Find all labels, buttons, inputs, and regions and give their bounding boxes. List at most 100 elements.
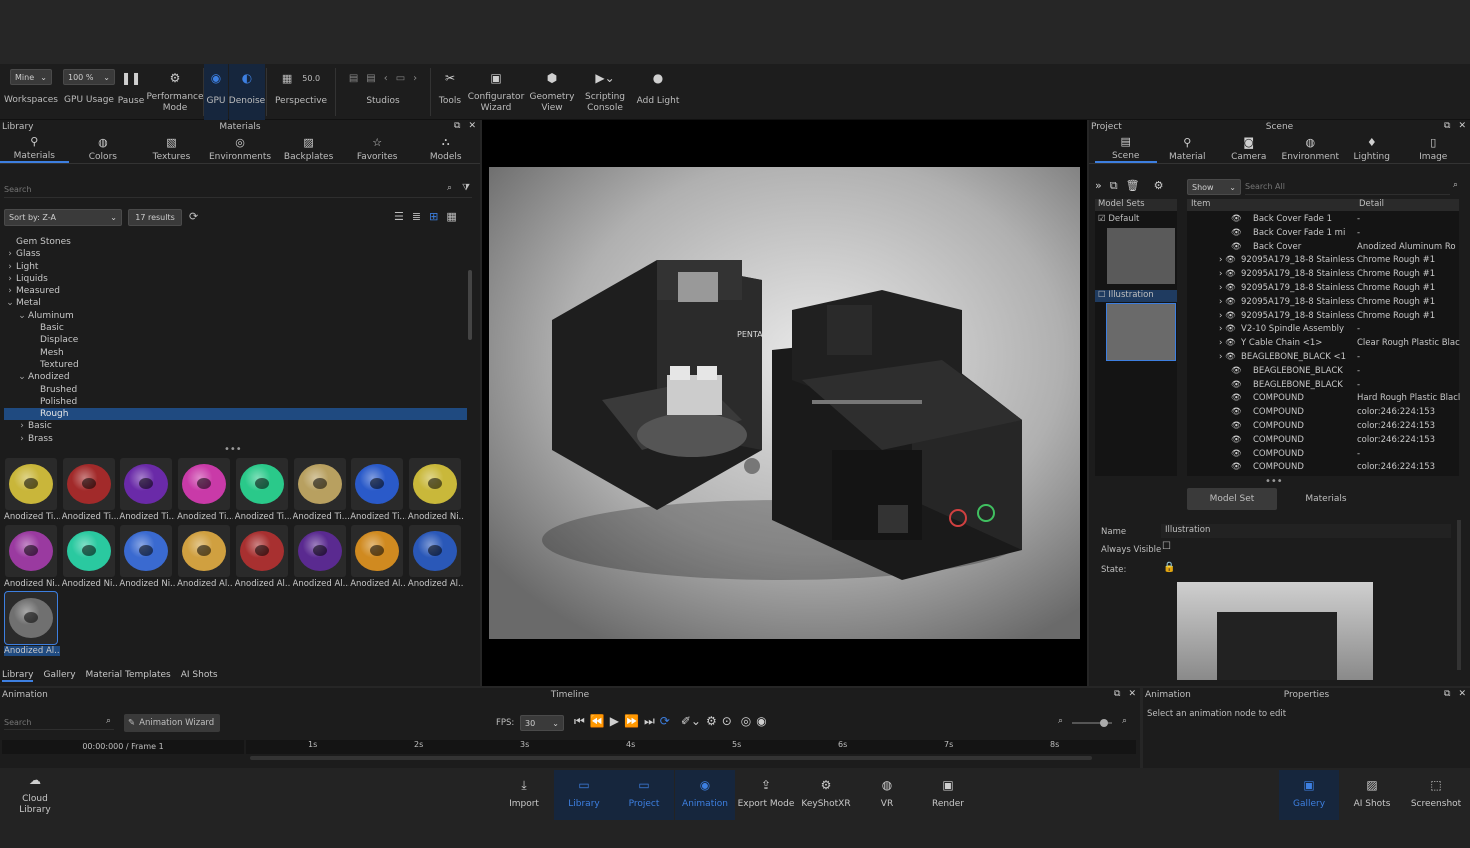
scripting-console-button[interactable]: ▶⌄ Scripting Console (582, 64, 628, 120)
library-tab-favorites[interactable]: ☆ Favorites (343, 134, 412, 163)
tree-item[interactable]: Rough (4, 408, 467, 421)
library-tab-materials[interactable]: ⚲ Materials (0, 134, 69, 163)
pause-button[interactable]: ❚❚ Pause (116, 64, 146, 120)
loop-icon[interactable]: ⟳ (660, 714, 670, 729)
eye-icon[interactable]: 👁 (1231, 242, 1242, 252)
library-bottom-tab[interactable]: AI Shots (181, 670, 218, 682)
cloud-library-button[interactable]: ☁ Cloud Library (4, 770, 66, 820)
tree-item[interactable]: ⌄ Anodized (4, 371, 467, 383)
dock-export-mode-button[interactable]: ⇪ Export Mode (736, 770, 796, 820)
name-field[interactable]: Illustration (1161, 524, 1451, 538)
dock-library-button[interactable]: ▭ Library (554, 770, 614, 820)
eye-icon[interactable]: 👁 (1231, 366, 1242, 376)
scene-tree-row[interactable]: › 👁 92095A179_18-8 Stainless Chrome Rough … (1187, 269, 1457, 283)
materials-button[interactable]: Materials (1281, 488, 1371, 510)
tree-item[interactable]: › Measured (4, 285, 467, 297)
always-visible-checkbox[interactable]: ☐ (1162, 541, 1171, 552)
material-swatch[interactable] (178, 525, 231, 577)
material-swatch[interactable] (178, 458, 231, 510)
list-view-icon[interactable]: ☰ (394, 210, 404, 223)
tree-item[interactable]: ⌄ Metal (4, 297, 467, 309)
scene-tree-row[interactable]: 👁 COMPOUND color:246:224:153 (1187, 407, 1457, 421)
expand-arrow-icon[interactable]: ⌄ (16, 371, 28, 383)
detail-view-icon[interactable]: ≣ (412, 210, 421, 223)
float-icon[interactable]: ⧉ (1444, 121, 1450, 131)
dock-vr-button[interactable]: ◍ VR (857, 770, 917, 820)
trash-icon[interactable]: 🗑 (1126, 179, 1140, 193)
material-swatch[interactable] (120, 525, 173, 577)
tree-item[interactable]: › Light (4, 261, 467, 273)
eye-icon[interactable]: › 👁 (1219, 297, 1236, 307)
project-tab-camera[interactable]: ◙ Camera (1218, 134, 1280, 163)
skip-end-icon[interactable]: ⏭ (644, 714, 655, 729)
target-icon[interactable]: ⊙ (722, 714, 732, 729)
scene-tree-row[interactable]: 👁 COMPOUND Hard Rough Plastic Blacl (1187, 393, 1460, 407)
scene-tree-row[interactable]: 👁 COMPOUND color:246:224:153 (1187, 435, 1457, 449)
keyframe-icon[interactable]: ✐⌄ (681, 714, 701, 729)
timeline-ruler[interactable]: 1s 2s 3s 4s 5s 6s 7s 8s (246, 740, 1136, 754)
add-light-button[interactable]: ● Add Light (634, 64, 682, 120)
tree-scrollbar[interactable] (468, 270, 472, 340)
library-tab-colors[interactable]: ◍ Colors (69, 134, 138, 163)
dock-screenshot-button[interactable]: ⬚ Screenshot (1406, 770, 1466, 820)
expand-arrow-icon[interactable]: › (16, 433, 28, 445)
expand-arrow-icon[interactable]: › (4, 273, 16, 285)
search-icon[interactable]: ⌕ (106, 716, 111, 726)
refresh-icon[interactable]: ⟳ (189, 210, 198, 223)
eye-icon[interactable]: › 👁 (1219, 255, 1236, 265)
tree-item[interactable]: Basic (4, 322, 467, 334)
expand-arrow-icon[interactable]: › (4, 261, 16, 273)
float-icon[interactable]: ⧉ (454, 121, 460, 131)
tree-item[interactable]: Textured (4, 359, 467, 371)
zoom-slider[interactable] (1072, 719, 1112, 727)
scene-tree-row[interactable]: › 👁 BEAGLEBONE_BLACK <1- (1187, 352, 1457, 366)
scene-tree-row[interactable]: 👁 Back Cover Fade 1 - (1187, 214, 1457, 228)
library-tab-backplates[interactable]: ▨ Backplates (274, 134, 343, 163)
play-icon[interactable]: ▶ (610, 714, 619, 729)
scene-tree-row[interactable]: › 👁 Y Cable Chain <1> Clear Rough Plastic … (1187, 338, 1460, 352)
eye-icon[interactable]: › 👁 (1219, 311, 1236, 321)
splitter-handle[interactable]: ••• (1265, 476, 1283, 487)
eye-icon[interactable]: 👁 (1231, 407, 1242, 417)
eye-icon[interactable]: › 👁 (1219, 352, 1236, 362)
tree-item[interactable]: Polished (4, 396, 467, 408)
model-set-default-thumbnail[interactable] (1107, 228, 1175, 284)
library-tab-environments[interactable]: ◎ Environments (206, 134, 275, 163)
close-icon[interactable]: ✕ (468, 121, 476, 131)
expand-arrow-icon[interactable]: › (16, 420, 28, 432)
zoom-in-icon[interactable]: ⌕ (1122, 716, 1127, 726)
tree-item[interactable]: Displace (4, 334, 467, 346)
workspace-select[interactable]: Mine ⌄ (10, 69, 52, 85)
scene-tree-row[interactable]: 👁 COMPOUND color:246:224:153 (1187, 421, 1457, 435)
workspaces-button[interactable]: Mine ⌄ Workspaces (4, 64, 58, 120)
skip-start-icon[interactable]: ⏮ (574, 714, 585, 729)
properties-scrollbar[interactable] (1457, 520, 1461, 670)
eye-icon[interactable]: › 👁 (1219, 338, 1236, 348)
gpu-usage-select[interactable]: 100 % ⌄ (63, 69, 115, 85)
material-swatch[interactable] (351, 458, 404, 510)
small-grid-icon[interactable]: ⊞ (429, 210, 438, 223)
scene-tree-row[interactable]: 👁 Back Cover Fade 1 mi - (1187, 228, 1457, 242)
eye-icon[interactable]: 👁 (1231, 393, 1242, 403)
tree-item[interactable]: Gem Stones (4, 236, 467, 248)
scene-search-input[interactable] (1245, 179, 1450, 195)
tree-item[interactable]: Brushed (4, 384, 467, 396)
scene-tree-row[interactable]: › 👁 92095A179_18-8 Stainless Chrome Rough … (1187, 283, 1457, 297)
material-swatch[interactable] (408, 458, 461, 510)
project-tab-environment[interactable]: ◍ Environment (1280, 134, 1342, 163)
scene-tree-row[interactable]: 👁 BEAGLEBONE_BLACK - (1187, 366, 1457, 380)
close-icon[interactable]: ✕ (1458, 689, 1466, 699)
sort-select[interactable]: Sort by: Z-A ⌄ (4, 209, 122, 226)
expand-arrow-icon[interactable]: ⌄ (16, 310, 28, 322)
tools-button[interactable]: ✂ Tools (434, 64, 466, 120)
scene-tree-row[interactable]: › 👁 92095A179_18-8 Stainless Chrome Rough … (1187, 311, 1457, 325)
dock-render-button[interactable]: ▣ Render (918, 770, 978, 820)
library-tab-textures[interactable]: ▧ Textures (137, 134, 206, 163)
eye-icon[interactable]: 👁 (1231, 228, 1242, 238)
expand-icon[interactable]: » (1095, 179, 1102, 193)
scene-tree-row[interactable]: › 👁 92095A179_18-8 Stainless Chrome Rough … (1187, 297, 1457, 311)
material-swatch[interactable] (62, 458, 115, 510)
material-swatch[interactable] (120, 458, 173, 510)
step-forward-icon[interactable]: ⏩ (624, 714, 639, 729)
material-swatch[interactable] (4, 591, 58, 645)
